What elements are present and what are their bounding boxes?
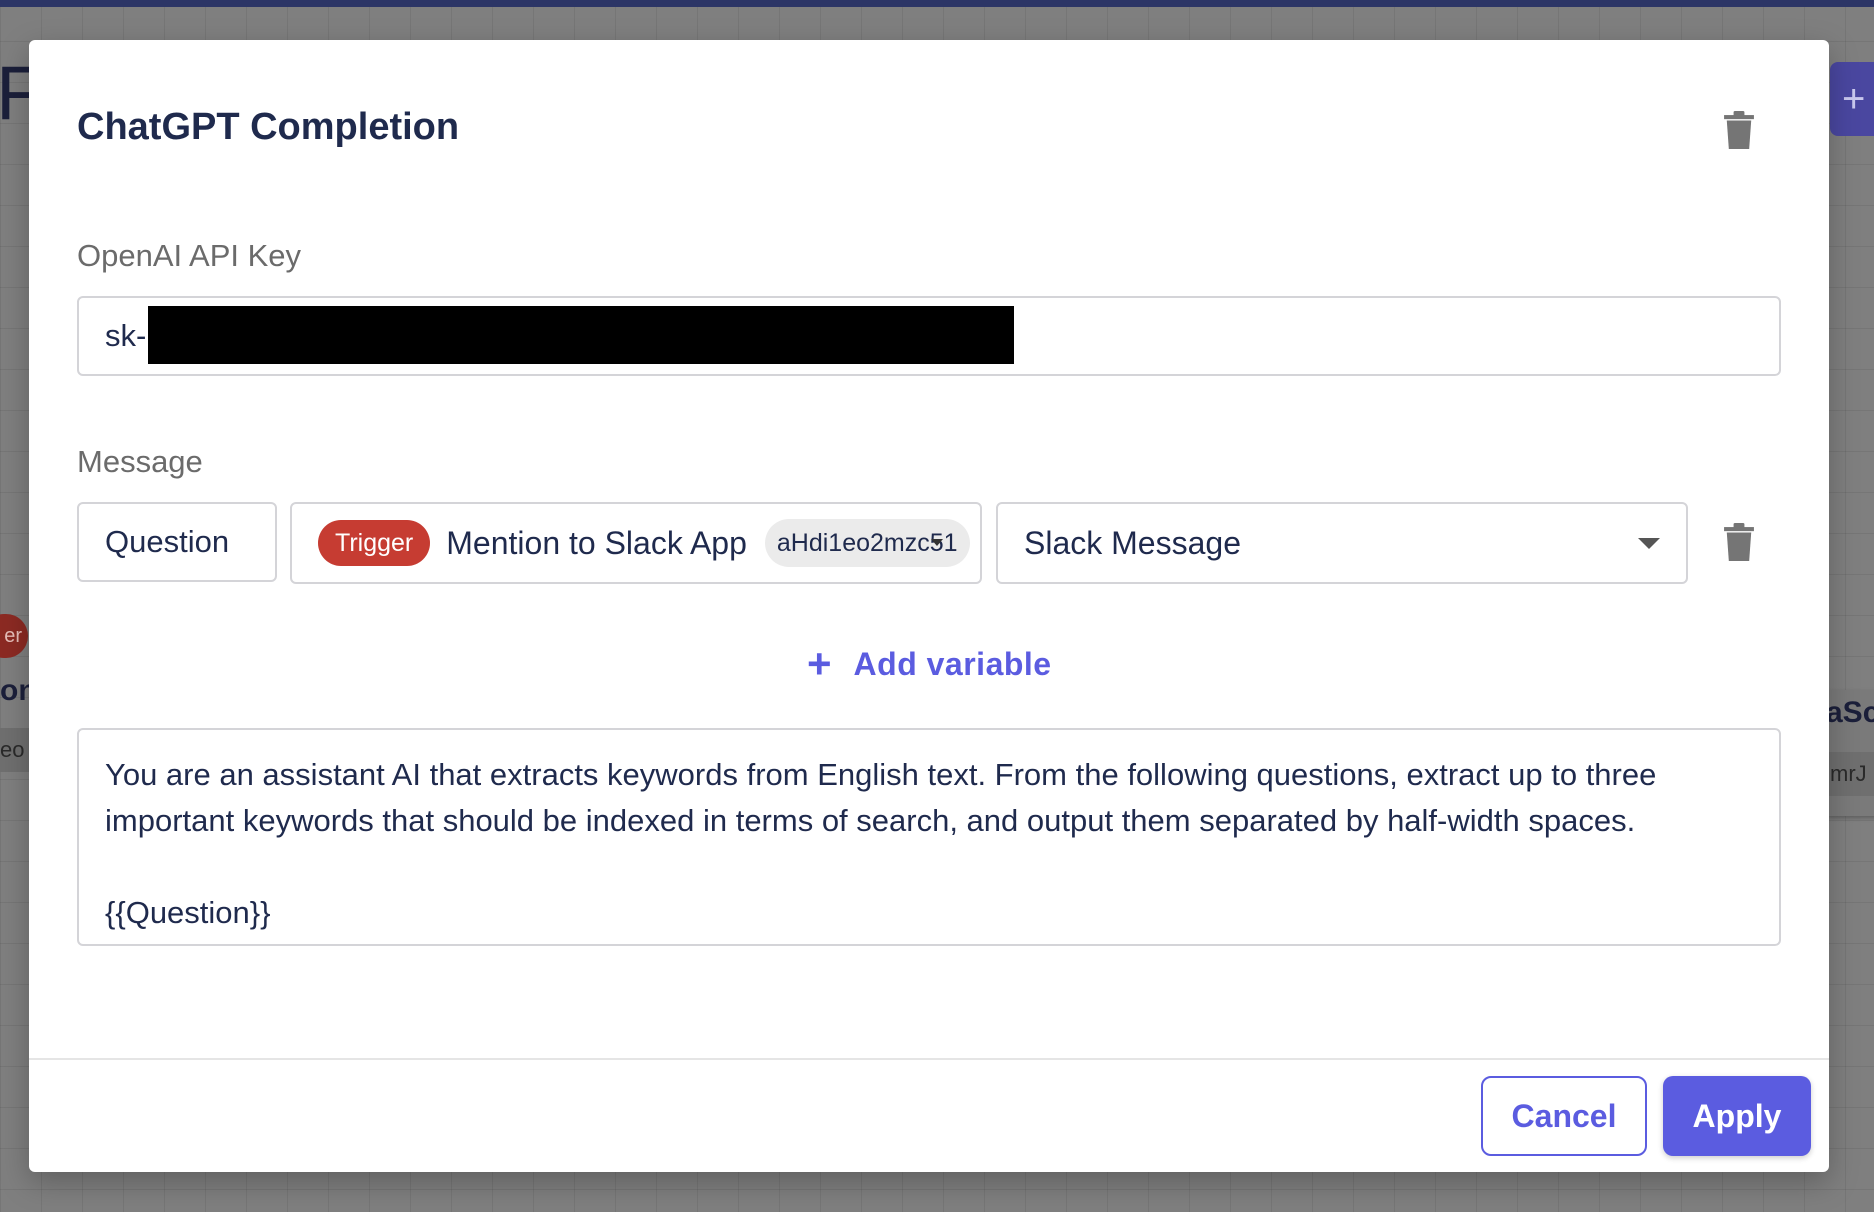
- variable-field-select[interactable]: Slack Message: [996, 502, 1688, 584]
- trash-icon: [1724, 523, 1754, 561]
- background-card-right-chip: mrJ: [1826, 752, 1874, 796]
- apply-button[interactable]: Apply: [1663, 1076, 1811, 1156]
- background-add-button: +: [1830, 62, 1874, 136]
- plus-icon: +: [1842, 77, 1866, 121]
- message-prompt-textarea[interactable]: You are an assistant AI that extracts ke…: [77, 728, 1781, 946]
- plus-icon: +: [807, 640, 832, 687]
- background-card-right-title: aSc: [1826, 696, 1874, 729]
- delete-variable-button[interactable]: [1715, 518, 1763, 566]
- add-variable-button[interactable]: + Add variable: [807, 636, 1052, 692]
- delete-step-button[interactable]: [1715, 106, 1763, 154]
- background-card-chip: eo: [0, 728, 30, 772]
- variable-source-select[interactable]: Trigger Mention to Slack App aHdi1eo2mzc…: [290, 502, 982, 584]
- footer-divider: [29, 1058, 1829, 1060]
- message-label: Message: [77, 444, 203, 479]
- caret-down-icon: [1638, 537, 1660, 549]
- variable-field-value: Slack Message: [1024, 524, 1241, 561]
- add-variable-label: Add variable: [853, 645, 1052, 682]
- trigger-badge: Trigger: [318, 520, 431, 566]
- caret-down-icon: [930, 539, 943, 546]
- api-key-label: OpenAI API Key: [77, 238, 302, 273]
- background-top-bar: [0, 0, 1874, 7]
- trash-icon: [1724, 111, 1754, 149]
- redacted-api-key: [148, 306, 1014, 364]
- source-step-name: Mention to Slack App: [446, 524, 747, 561]
- source-step-id-chip: aHdi1eo2mzc51: [764, 519, 970, 567]
- dialog-title: ChatGPT Completion: [77, 106, 460, 148]
- variable-name-input[interactable]: [77, 502, 277, 582]
- chatgpt-completion-dialog: ChatGPT Completion OpenAI API Key Messag…: [29, 40, 1829, 1172]
- cancel-button[interactable]: Cancel: [1481, 1076, 1647, 1156]
